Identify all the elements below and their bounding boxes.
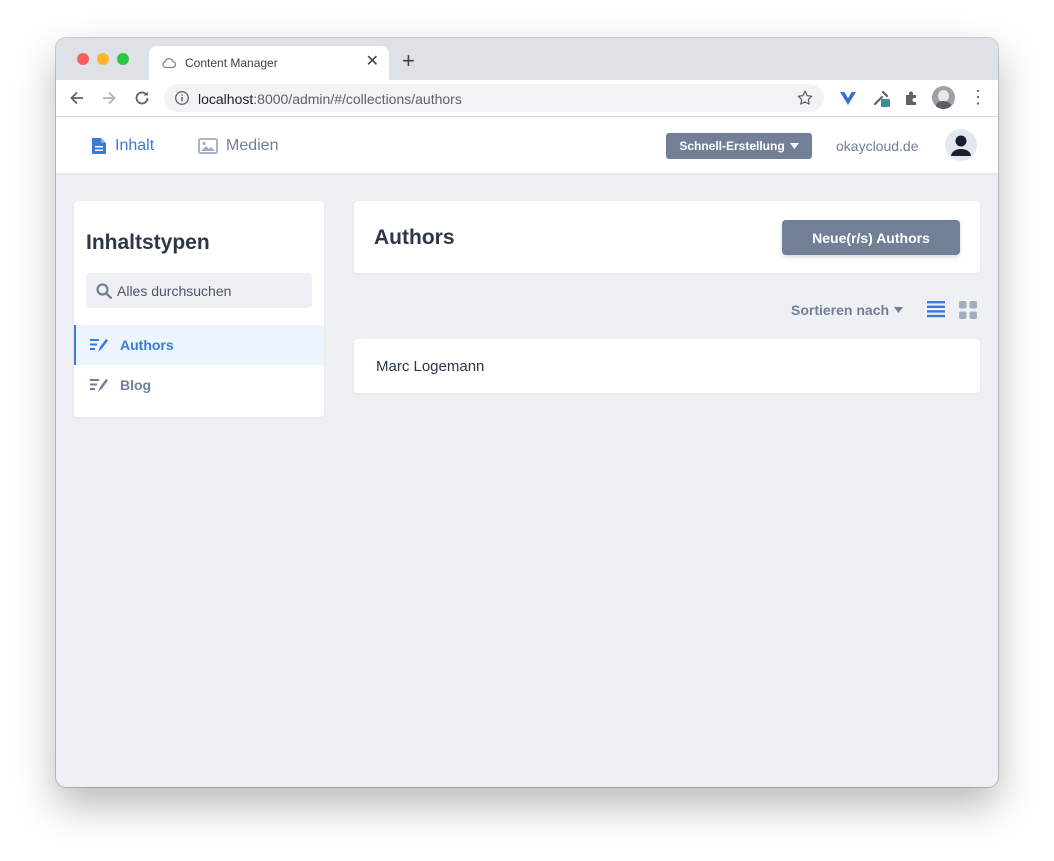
sidebar-item-label: Blog: [120, 377, 152, 393]
tab-strip: Content Manager ✕ +: [56, 38, 998, 80]
app-header: Inhalt Medien Schnell-Erstellung okayclo…: [56, 117, 998, 173]
search-input[interactable]: [117, 273, 307, 308]
list-item[interactable]: Marc Logemann: [354, 339, 980, 393]
site-link[interactable]: okaycloud.de: [836, 138, 919, 154]
new-entry-button[interactable]: Neue(r/s) Authors: [782, 220, 960, 255]
url-path: :8000/admin/#/collections/authors: [253, 91, 462, 107]
quick-create-button[interactable]: Schnell-Erstellung: [666, 133, 812, 159]
browser-toolbar: localhost:8000/admin/#/collections/autho…: [56, 80, 998, 117]
document-icon: [92, 138, 106, 154]
eyedropper-icon[interactable]: [871, 88, 891, 108]
edit-list-icon: [90, 339, 108, 352]
sidebar-item-blog[interactable]: Blog: [74, 365, 324, 405]
address-bar[interactable]: localhost:8000/admin/#/collections/autho…: [164, 84, 824, 112]
nav-label-medien: Medien: [226, 137, 279, 154]
grid-view-icon[interactable]: [958, 300, 978, 320]
url-host: localhost: [198, 91, 254, 107]
sort-dropdown[interactable]: Sortieren nach: [791, 302, 904, 318]
profile-shoulders: [936, 101, 951, 109]
forward-icon[interactable]: [99, 88, 119, 108]
sort-label: Sortieren nach: [791, 302, 890, 318]
nav-inhalt[interactable]: Inhalt: [91, 135, 154, 157]
collection-header: Authors Neue(r/s) Authors: [354, 201, 980, 273]
reload-icon[interactable]: [132, 88, 152, 108]
search-icon: [96, 283, 112, 299]
user-icon: [951, 135, 971, 156]
vue-devtools-icon[interactable]: [838, 88, 858, 108]
quick-create-label: Schnell-Erstellung: [679, 139, 785, 153]
extensions-icon[interactable]: [902, 88, 922, 108]
caret-down-icon: [789, 143, 799, 149]
new-tab-icon[interactable]: +: [402, 49, 415, 73]
nav-label-inhalt: Inhalt: [115, 137, 155, 154]
info-icon[interactable]: [174, 90, 190, 106]
caret-down-icon: [894, 307, 904, 313]
page-title: Authors: [374, 226, 455, 249]
entry-title: Marc Logemann: [376, 358, 485, 375]
url-text: localhost:8000/admin/#/collections/autho…: [198, 91, 462, 107]
tab-close-icon[interactable]: ✕: [366, 53, 379, 71]
tab-title: Content Manager: [185, 56, 278, 70]
edit-list-icon: [90, 379, 108, 392]
list-view-icon[interactable]: [927, 300, 945, 318]
profile-avatar[interactable]: [932, 86, 955, 109]
nav-medien[interactable]: Medien: [198, 135, 278, 157]
browser-window: Content Manager ✕ + localhost:8000/admin…: [56, 38, 998, 787]
user-menu-button[interactable]: [945, 129, 977, 161]
search-box: [86, 273, 312, 308]
maximize-window-button[interactable]: [117, 53, 129, 65]
sidebar-title: Inhaltstypen: [86, 231, 210, 254]
sidebar-item-label: Authors: [120, 337, 174, 353]
cloud-icon: [162, 58, 177, 69]
bookmark-star-icon[interactable]: [796, 89, 814, 107]
minimize-window-button[interactable]: [97, 53, 109, 65]
sidebar-item-authors[interactable]: Authors: [74, 325, 324, 365]
back-icon[interactable]: [67, 88, 87, 108]
close-window-button[interactable]: [77, 53, 89, 65]
content-types-panel: Inhaltstypen Authors Blo: [74, 201, 324, 417]
image-icon: [198, 138, 218, 154]
browser-tab[interactable]: Content Manager ✕: [149, 46, 389, 80]
browser-menu-icon[interactable]: ⋮: [969, 87, 987, 107]
